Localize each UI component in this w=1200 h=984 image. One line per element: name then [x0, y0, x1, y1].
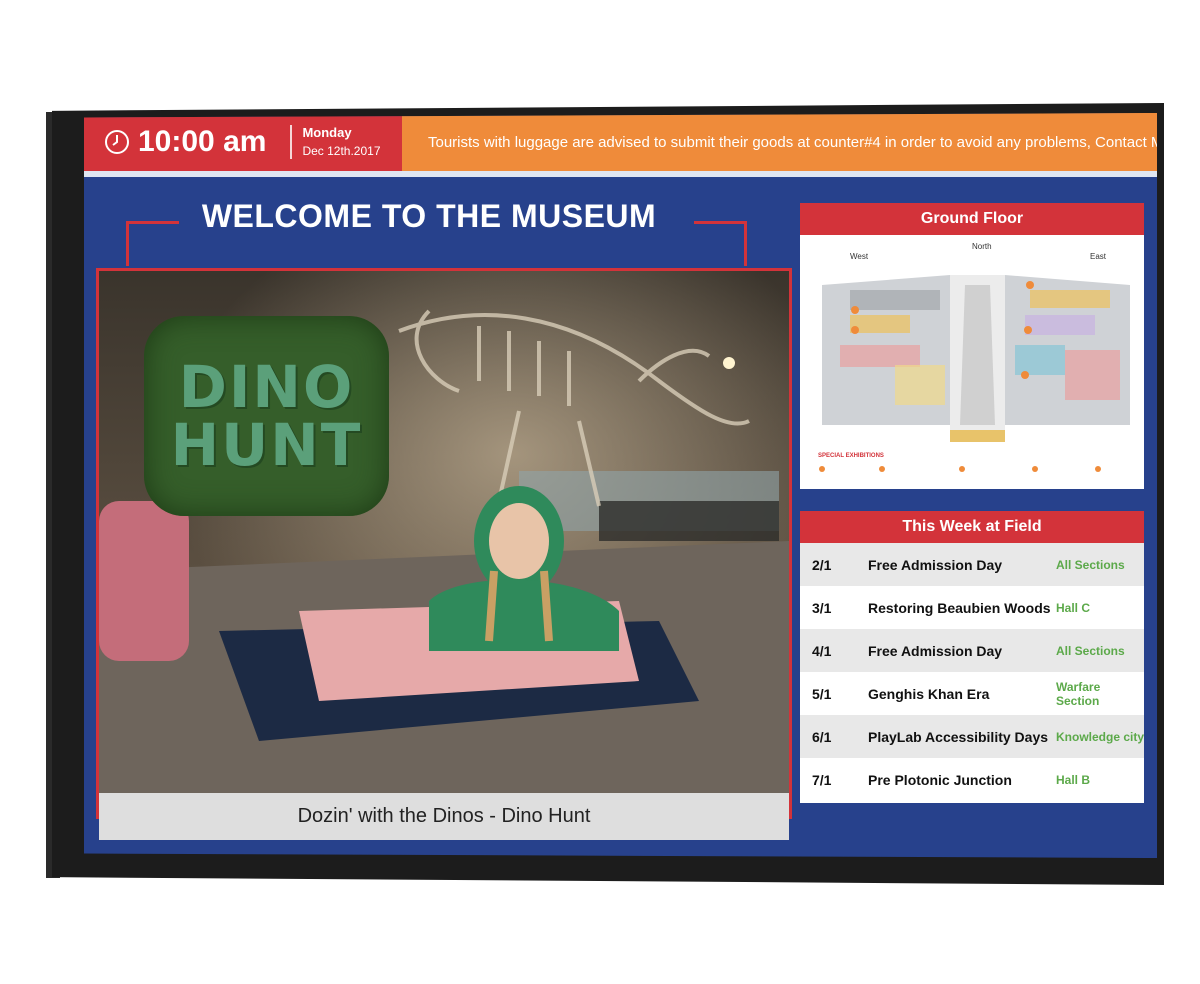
row-event: Restoring Beaubien Woods	[868, 599, 1051, 616]
current-day: Monday	[302, 125, 352, 140]
schedule-row: 3/1 Restoring Beaubien Woods Hall C	[800, 586, 1144, 629]
row-location: Warfare Section	[1056, 679, 1101, 708]
top-bar: 10:00 am Monday Dec 12th.2017 Tourists w…	[84, 113, 1157, 171]
media-caption: Dozin' with the Dinos - Dino Hunt	[99, 793, 789, 840]
time-divider	[290, 125, 293, 159]
schedule-row: 5/1 Genghis Khan Era Warfare Section	[800, 672, 1144, 715]
row-event: Genghis Khan Era	[868, 685, 990, 702]
map-panel-title: Ground Floor	[800, 203, 1144, 235]
row-date: 2/1	[812, 556, 832, 573]
schedule-row: 6/1 PlayLab Accessibility Days Knowledge…	[800, 715, 1144, 758]
featured-photo: DINO HUNT	[99, 271, 789, 793]
map-west-label: West	[850, 252, 869, 261]
floor-map-image: West North East SPECIAL EXHIBITIONS	[818, 242, 1130, 472]
row-event: Pre Plotonic Junction	[868, 771, 1012, 788]
row-location: Hall B	[1056, 772, 1091, 787]
row-date: 5/1	[812, 685, 832, 702]
map-special-label: SPECIAL EXHIBITIONS	[818, 453, 884, 459]
schedule-row: 4/1 Free Admission Day All Sections	[800, 629, 1144, 672]
row-location: All Sections	[1056, 643, 1125, 658]
row-event: Free Admission Day	[868, 642, 1003, 659]
schedule-row: 2/1 Free Admission Day All Sections	[800, 543, 1144, 586]
welcome-title: WELCOME TO THE MUSEUM	[201, 198, 657, 234]
row-date: 3/1	[812, 599, 832, 616]
schedule-title: This Week at Field	[800, 511, 1144, 543]
signage-screen: 10:00 am Monday Dec 12th.2017 Tourists w…	[84, 113, 1157, 858]
row-date: 7/1	[812, 771, 832, 788]
map-north-label: North	[972, 242, 992, 251]
map-east-label: East	[1090, 252, 1107, 261]
row-date: 6/1	[812, 728, 832, 745]
sign-line-2: HUNT	[170, 411, 363, 479]
current-time: 10:00 am	[138, 125, 267, 158]
date-block: Monday Dec 12th.2017	[302, 124, 380, 160]
row-location: Hall C	[1056, 600, 1091, 615]
row-event: PlayLab Accessibility Days	[868, 728, 1049, 745]
featured-media: DINO HUNT Dozin' with the Dinos - Dino H…	[96, 268, 792, 840]
ticker-text: Tourists with luggage are advised to sub…	[428, 133, 1157, 151]
row-date: 4/1	[812, 642, 832, 659]
row-location: All Sections	[1056, 557, 1125, 572]
clock-icon	[105, 130, 129, 154]
floor-map-panel: Ground Floor West North East SPECIAL EXH…	[800, 203, 1144, 489]
sign-line-1: DINO	[178, 353, 355, 421]
row-event: Free Admission Day	[868, 556, 1003, 573]
news-ticker: Tourists with luggage are advised to sub…	[402, 113, 1157, 171]
clock-panel: 10:00 am Monday Dec 12th.2017	[84, 113, 402, 171]
current-date: Dec 12th.2017	[302, 144, 381, 158]
schedule-panel: This Week at Field 2/1 Free Admission Da…	[800, 511, 1144, 803]
dino-hunt-sign: DINO HUNT	[144, 316, 389, 516]
schedule-list: 2/1 Free Admission Day All Sections 3/1 …	[800, 543, 1144, 801]
schedule-row: 7/1 Pre Plotonic Junction Hall B	[800, 758, 1144, 801]
header-stripe	[84, 171, 1157, 177]
row-location: Knowledge city	[1056, 729, 1145, 744]
